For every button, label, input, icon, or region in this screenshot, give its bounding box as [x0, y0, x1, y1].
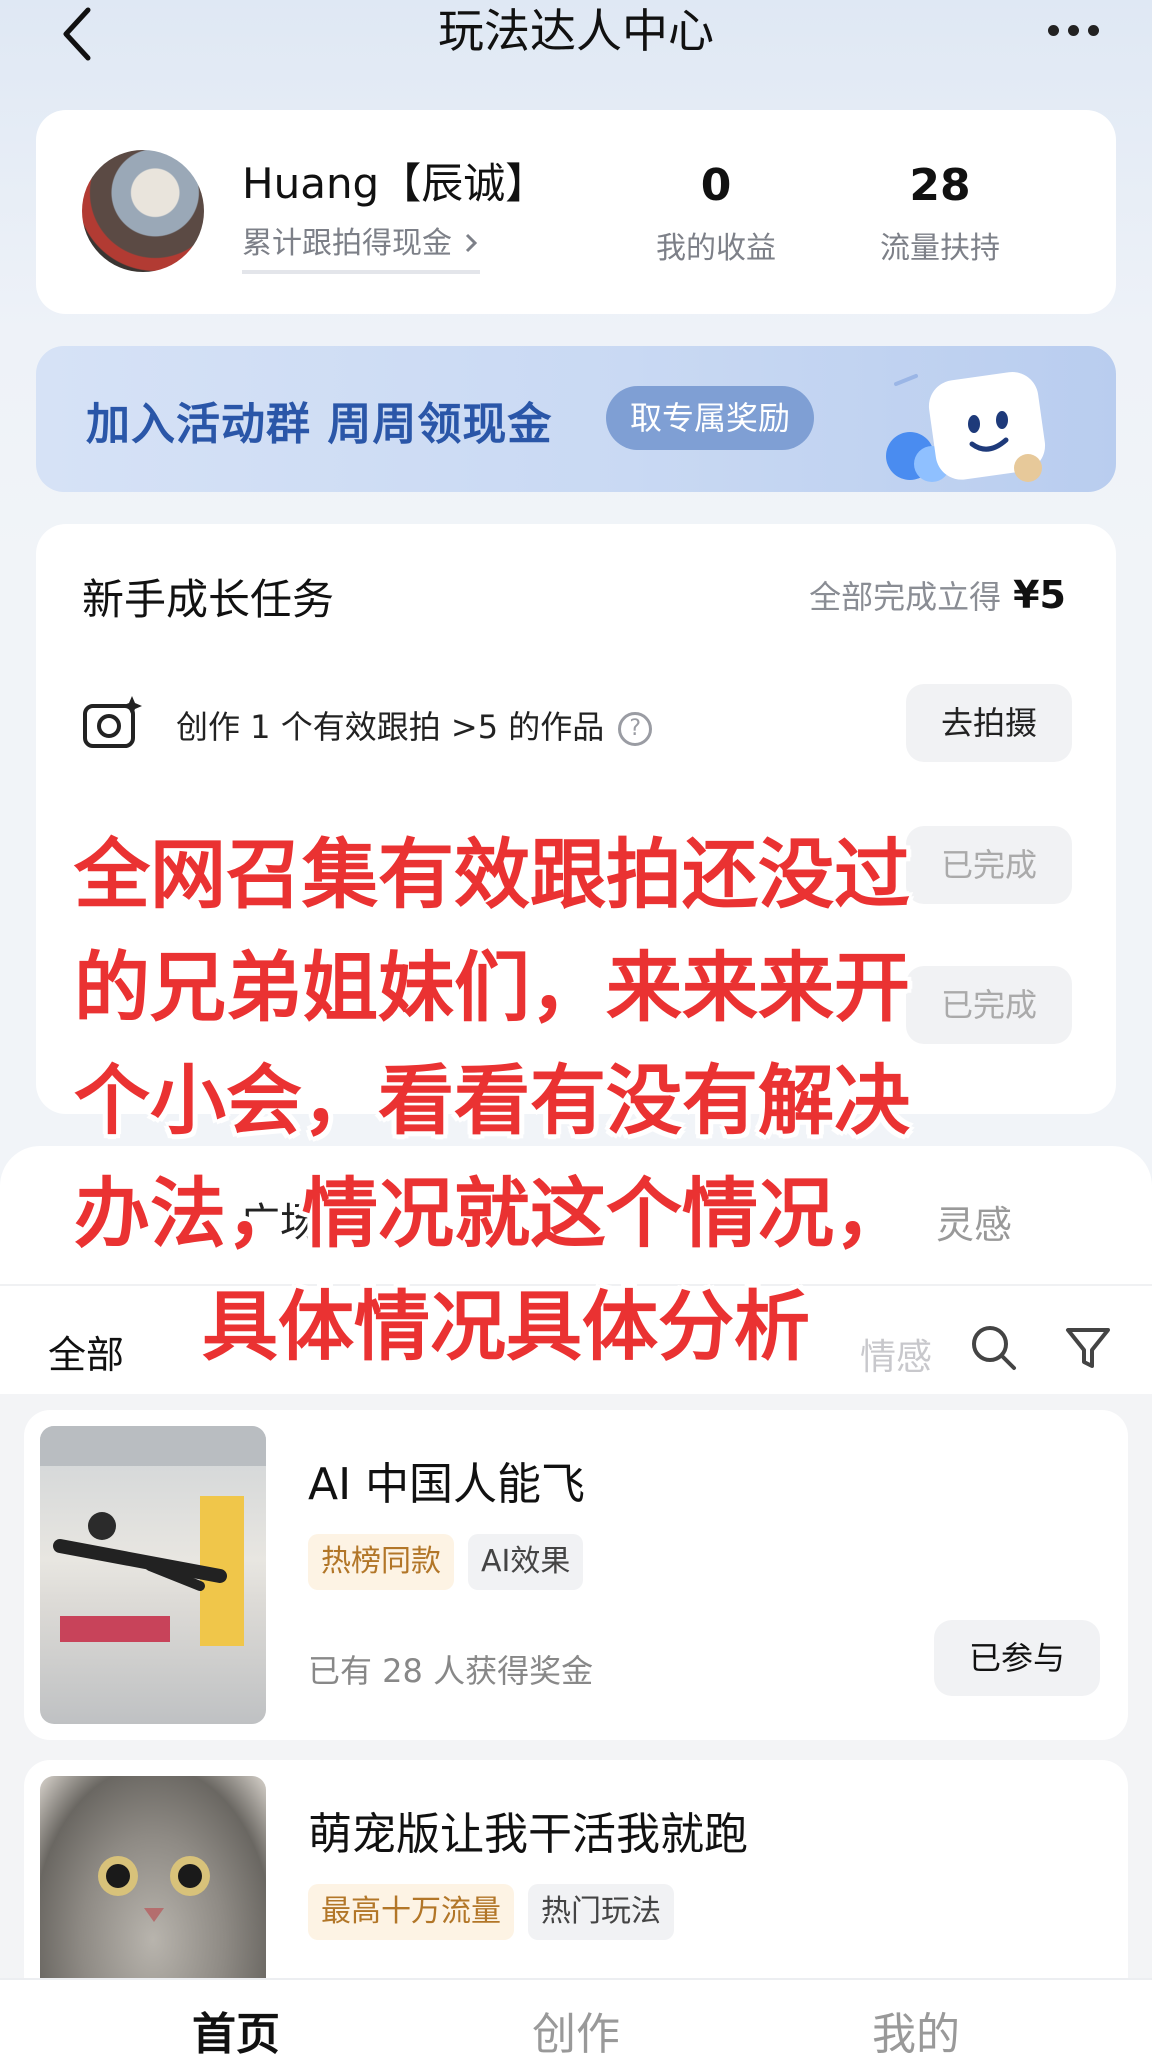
help-icon[interactable]: ? — [618, 712, 653, 746]
template-list: AI 中国人能飞 热榜同款 AI效果 已有 28 人获得奖金 已参与 萌宠版让我… — [0, 1394, 1152, 2070]
chevron-right-icon — [465, 233, 477, 253]
task-text: 创作 1 个有效跟拍 >5 的作品? — [176, 702, 653, 748]
tag-ai-effect: AI效果 — [468, 1534, 584, 1590]
list-item[interactable]: AI 中国人能飞 热榜同款 AI效果 已有 28 人获得奖金 已参与 — [24, 1410, 1128, 1740]
caption-line: 办法，情况就这个情况， — [74, 1169, 910, 1258]
caption-line: 的兄弟姐妹们，来来来开 — [74, 943, 910, 1032]
tab-mine[interactable]: 我的 — [816, 1998, 1016, 2062]
caption-overlay: 全网召集有效跟拍还没过 的兄弟姐妹们，来来来开 个小会，看看有没有解决 办法，情… — [74, 818, 1034, 1383]
camera-icon — [83, 696, 142, 748]
item-tags: 热榜同款 AI效果 — [308, 1534, 584, 1590]
tag-hot: 热榜同款 — [308, 1534, 454, 1590]
banner-text: 加入活动群 周周领现金 — [86, 399, 553, 450]
stat-traffic[interactable]: 28 流量扶持 — [860, 160, 1020, 267]
earnings-link[interactable]: 累计跟拍得现金 — [242, 218, 480, 274]
item-tags: 最高十万流量 热门玩法 — [308, 1884, 674, 1940]
tab-create[interactable]: 创作 — [476, 1998, 676, 2062]
item-title: 萌宠版让我干活我就跑 — [308, 1809, 748, 1860]
tasks-title: 新手成长任务 — [82, 575, 335, 624]
caption-line: 全网召集有效跟拍还没过 — [74, 830, 910, 919]
stat-traffic-value: 28 — [909, 160, 971, 211]
item-title: AI 中国人能飞 — [308, 1459, 586, 1510]
stat-earnings-value: 0 — [700, 160, 732, 211]
joined-button[interactable]: 已参与 — [934, 1620, 1100, 1696]
banner-reward-button[interactable]: 取专属奖励 — [606, 386, 815, 450]
bottom-tab-bar: 首页 创作 我的 — [0, 1978, 1152, 2070]
user-name: Huang【辰诚】 — [242, 159, 548, 208]
tasks-reward-amount: ¥5 — [1013, 573, 1066, 617]
task-row: 创作 1 个有效跟拍 >5 的作品? 去拍摄 — [82, 684, 1072, 764]
tasks-reward: 全部完成立得 ¥5 — [809, 572, 1066, 618]
nav-bar: 玩法达人中心 — [0, 0, 1152, 70]
tasks-reward-prefix: 全部完成立得 — [809, 578, 1002, 616]
task-text-label: 创作 1 个有效跟拍 >5 的作品 — [176, 708, 605, 746]
avatar[interactable] — [82, 150, 204, 272]
tag-traffic: 最高十万流量 — [308, 1884, 514, 1940]
go-shoot-button[interactable]: 去拍摄 — [906, 684, 1072, 762]
stat-earnings[interactable]: 0 我的收益 — [636, 160, 796, 267]
profile-card: Huang【辰诚】 累计跟拍得现金 0 我的收益 28 流量扶持 — [36, 110, 1116, 314]
item-thumbnail — [40, 1426, 266, 1724]
caption-line: 个小会，看看有没有解决 — [74, 1056, 910, 1145]
activity-banner[interactable]: 加入活动群 周周领现金 取专属奖励 — [36, 346, 1116, 492]
stat-earnings-label: 我的收益 — [656, 231, 776, 266]
page-title: 玩法达人中心 — [438, 4, 714, 58]
mascot-icon — [886, 372, 1046, 482]
earnings-link-label: 累计跟拍得现金 — [242, 226, 452, 261]
item-meta: 已有 28 人获得奖金 — [308, 1652, 594, 1690]
more-options-icon[interactable] — [1040, 10, 1106, 50]
filter-icon[interactable] — [1062, 1322, 1114, 1374]
tag-hot-play: 热门玩法 — [528, 1884, 674, 1940]
tab-home[interactable]: 首页 — [136, 1998, 336, 2062]
stat-traffic-label: 流量扶持 — [880, 231, 1000, 266]
caption-line: 具体情况具体分析 — [202, 1282, 810, 1371]
